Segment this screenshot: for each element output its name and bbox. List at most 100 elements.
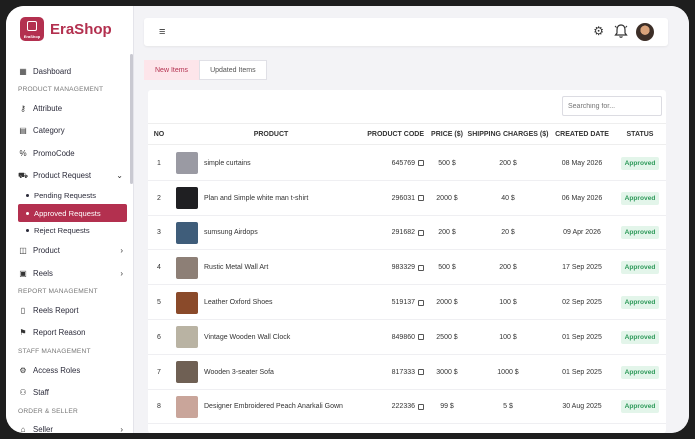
status-badge: Approved bbox=[620, 330, 660, 344]
search-input[interactable] bbox=[562, 96, 662, 116]
created-date: 06 May 2026 bbox=[561, 194, 603, 202]
product-cell: Designer Embroidered Peach Anarkali Gown bbox=[176, 390, 366, 425]
brand-name: EraShop bbox=[50, 20, 112, 38]
product-name: Plan and Simple white man t-shirt bbox=[204, 194, 309, 202]
table-row[interactable]: 5 Leather Oxford Shoes 519137 2000 $ 100 $ 02… bbox=[148, 285, 666, 320]
report-icon: ▯ bbox=[20, 305, 26, 315]
percent-icon: % bbox=[19, 148, 27, 158]
status-cell: Approved bbox=[614, 146, 666, 181]
sidebar-item-dashboard[interactable]: ▦ Dashboard bbox=[6, 60, 133, 82]
product-cell: Rustic Metal Wall Art bbox=[176, 250, 366, 285]
sidebar-item-seller[interactable]: ⌂ Seller › bbox=[6, 419, 133, 433]
shipping-charges: 1000 $ bbox=[497, 368, 519, 376]
price: 500 $ bbox=[438, 264, 456, 272]
created-date: 09 Apr 2026 bbox=[563, 229, 601, 237]
table-row[interactable]: 3 sumsung Airdops 291682 200 $ 20 $ 09 Apr 20… bbox=[148, 216, 666, 251]
product-thumbnail[interactable] bbox=[176, 361, 198, 384]
sidebar-item-reels[interactable]: ▣ Reels › bbox=[6, 262, 133, 284]
sidebar-item-label: Staff bbox=[33, 388, 49, 398]
sidebar-section-label: REPORT MANAGEMENT bbox=[18, 288, 98, 296]
bell-icon[interactable] bbox=[614, 23, 628, 44]
product-code-cell: 222336 bbox=[354, 390, 424, 425]
status-cell: Approved bbox=[614, 250, 666, 285]
sidebar-item-access-roles[interactable]: ⚙ Access Roles bbox=[6, 359, 133, 381]
sidebar-item-report-reason[interactable]: ⚑ Report Reason bbox=[6, 322, 133, 344]
sidebar-item-staff[interactable]: ⚇ Staff bbox=[6, 381, 133, 403]
status-cell: Approved bbox=[614, 390, 666, 425]
sidebar: EraShop EraShop ▦ Dashboard PRODUCT MANAGE… bbox=[6, 6, 134, 433]
chevron-icon: › bbox=[120, 246, 123, 256]
brand[interactable]: EraShop EraShop bbox=[6, 6, 133, 52]
product-thumbnail[interactable] bbox=[176, 326, 198, 349]
created-date: 01 Sep 2025 bbox=[562, 333, 602, 341]
sidebar-item-product[interactable]: ◫ Product › bbox=[6, 239, 133, 261]
sidebar-item-label: PromoCode bbox=[33, 148, 75, 158]
table-row[interactable]: 1 simple curtains 645769 500 $ 200 $ 08 May 2… bbox=[148, 146, 666, 181]
column-header: STATUS bbox=[626, 131, 654, 138]
users-icon: ⚇ bbox=[19, 388, 27, 398]
product-name: Rustic Metal Wall Art bbox=[204, 264, 269, 272]
product-thumbnail[interactable] bbox=[176, 256, 198, 279]
price: 99 $ bbox=[440, 403, 454, 411]
row-number: 7 bbox=[157, 368, 161, 376]
row-number: 8 bbox=[157, 403, 161, 411]
dashboard-icon: ▦ bbox=[19, 66, 27, 76]
product-thumbnail[interactable] bbox=[176, 221, 198, 244]
product-code: 983329 bbox=[391, 264, 415, 272]
status-badge: Approved bbox=[620, 365, 660, 379]
status-badge: Approved bbox=[620, 156, 660, 170]
bullet-icon bbox=[26, 194, 29, 198]
film-icon: ▣ bbox=[19, 268, 27, 278]
status-badge: Approved bbox=[620, 261, 660, 275]
sidebar-subitem-label: Pending Requests bbox=[34, 191, 97, 201]
status-badge: Approved bbox=[620, 296, 660, 310]
flag-icon: ⚑ bbox=[19, 328, 27, 338]
product-thumbnail[interactable] bbox=[176, 291, 198, 314]
sidebar-item-label: Attribute bbox=[33, 104, 63, 114]
product-thumbnail[interactable] bbox=[176, 395, 198, 418]
row-number: 6 bbox=[157, 333, 161, 341]
table-row[interactable]: 7 Wooden 3-seater Sofa 817333 3000 $ 1000 $ 0… bbox=[148, 355, 666, 390]
column-header: NO bbox=[153, 131, 165, 138]
tab-new-items[interactable]: New Items bbox=[144, 60, 200, 80]
sidebar-item-promocode[interactable]: % PromoCode bbox=[6, 142, 133, 164]
product-code: 296031 bbox=[391, 194, 415, 202]
sidebar-item-label: Dashboard bbox=[33, 66, 72, 76]
column-header: PRODUCT CODE bbox=[367, 131, 424, 138]
gear-icon[interactable]: ⚙ bbox=[593, 24, 604, 38]
table-row[interactable]: 6 Vintage Wooden Wall Clock 849860 2500 $ 10… bbox=[148, 320, 666, 355]
store-icon: ⌂ bbox=[20, 425, 26, 433]
sidebar-nav: ▦ Dashboard PRODUCT MANAGEMENT ⚷ Attribute ▤ C… bbox=[6, 52, 133, 433]
sidebar-item-attribute[interactable]: ⚷ Attribute bbox=[6, 97, 133, 119]
key-icon: ⚷ bbox=[20, 104, 26, 114]
sidebar-item-reels-report[interactable]: ▯ Reels Report bbox=[6, 299, 133, 321]
status-badge: Approved bbox=[620, 226, 660, 240]
shipping-charges: 20 $ bbox=[501, 229, 515, 237]
sidebar-item-category[interactable]: ▤ Category bbox=[6, 120, 133, 142]
status-badge: Approved bbox=[620, 191, 660, 205]
sidebar-item-product-request[interactable]: ⛟ Product Request ⌄ bbox=[6, 165, 133, 187]
product-thumbnail[interactable] bbox=[176, 152, 198, 175]
product-code: 817333 bbox=[391, 368, 415, 376]
sidebar-item-label: Seller bbox=[33, 425, 53, 433]
sidebar-item-label: Product Request bbox=[33, 171, 92, 181]
status-badge: Approved bbox=[620, 400, 660, 414]
avatar[interactable] bbox=[636, 23, 654, 41]
logo-text: EraShop bbox=[23, 34, 41, 39]
sidebar-item-label: Reels Report bbox=[33, 305, 79, 315]
sidebar-subitem-pending-requests[interactable]: Pending Requests bbox=[6, 187, 133, 205]
sidebar-subitem-approved-requests[interactable]: Approved Requests bbox=[18, 204, 127, 222]
table-row[interactable]: 4 Rustic Metal Wall Art 983329 500 $ 200 $ 17… bbox=[148, 250, 666, 286]
sidebar-subitem-reject-requests[interactable]: Reject Requests bbox=[6, 222, 133, 240]
product-thumbnail[interactable] bbox=[176, 187, 198, 210]
table-row[interactable]: 2 Plan and Simple white man t-shirt 296031… bbox=[148, 181, 666, 216]
product-cell: simple curtains bbox=[176, 146, 366, 181]
product-name: Designer Embroidered Peach Anarkali Gown bbox=[204, 403, 343, 411]
menu-icon[interactable]: ≡ bbox=[159, 26, 165, 38]
sidebar-scrollbar[interactable] bbox=[130, 54, 133, 184]
shipping-charges: 40 $ bbox=[501, 194, 515, 202]
tab-updated-items[interactable]: Updated Items bbox=[199, 60, 267, 80]
grid-icon: ▤ bbox=[19, 126, 27, 136]
product-code-cell: 817333 bbox=[354, 355, 424, 390]
table-row[interactable]: 8 Designer Embroidered Peach Anarkali Gow… bbox=[148, 390, 666, 425]
